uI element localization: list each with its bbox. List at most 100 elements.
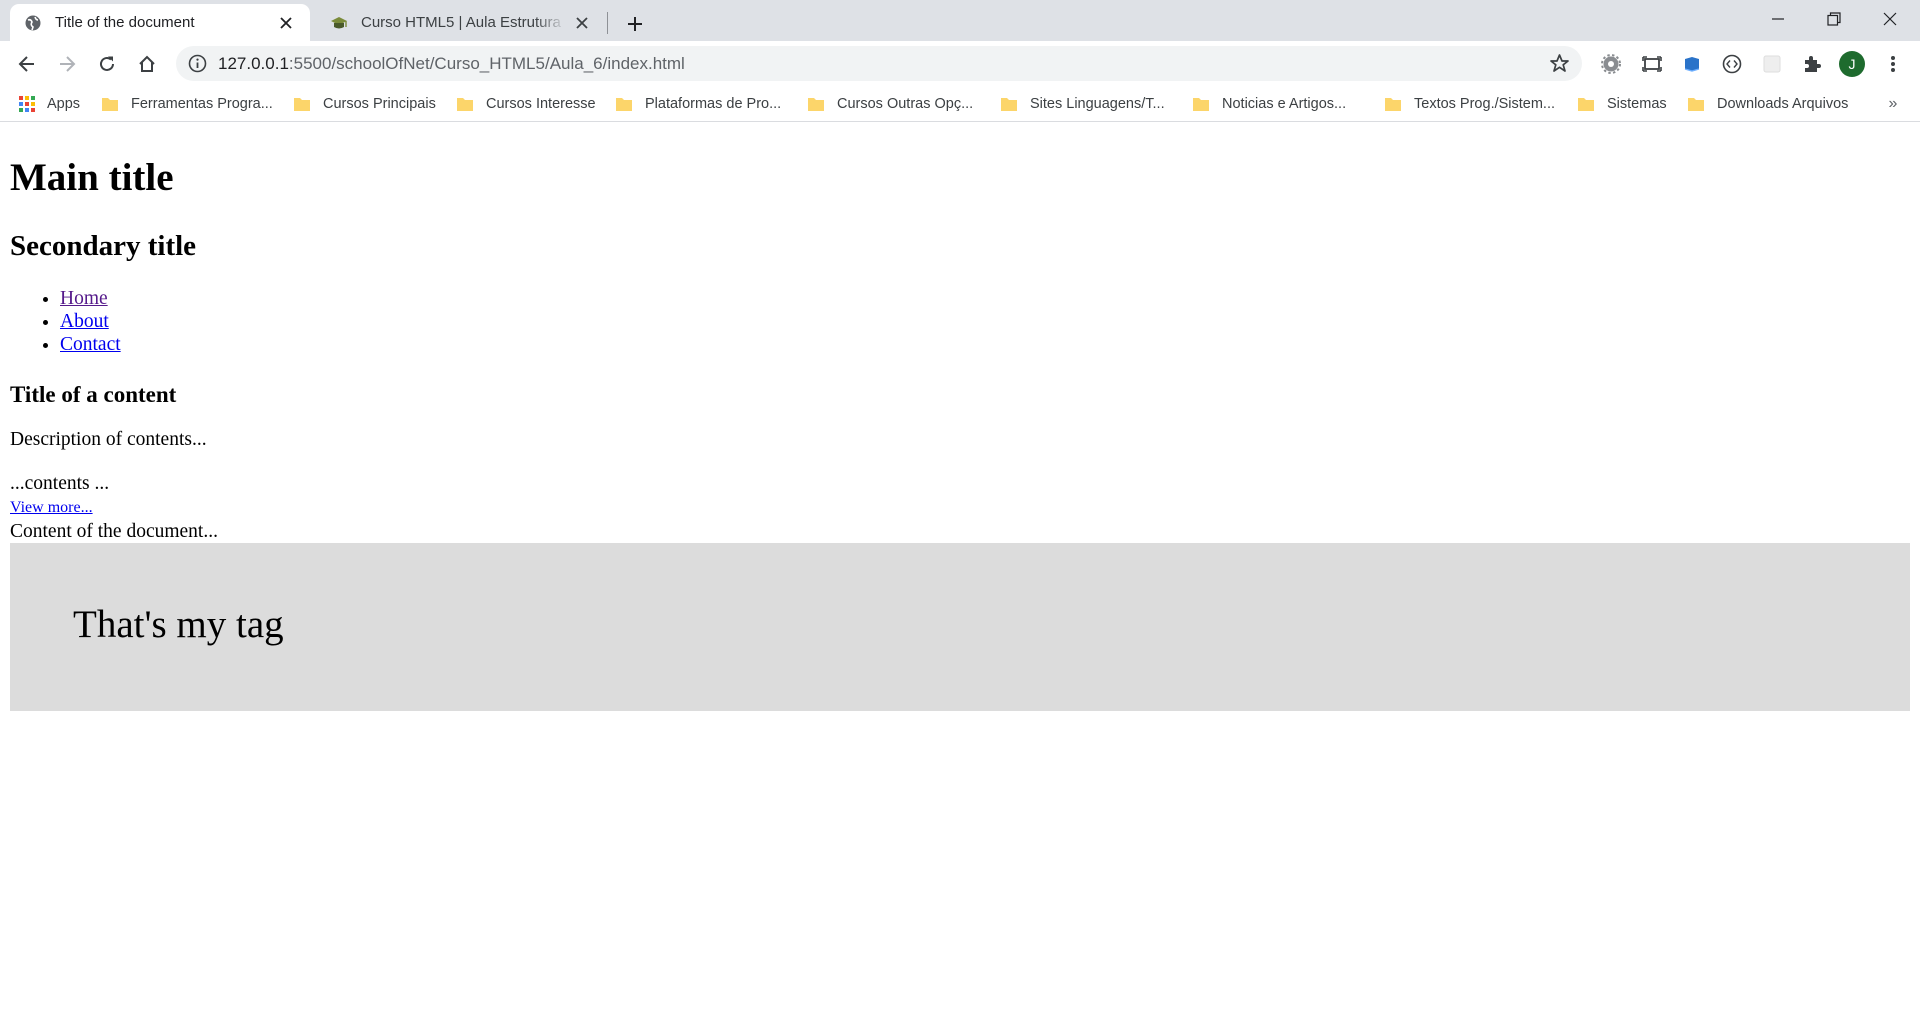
address-bar[interactable]: 127.0.0.1:5500/schoolOfNet/Curso_HTML5/A… — [176, 46, 1582, 81]
content-body: ...contents ... — [10, 473, 110, 494]
tab-title: Title of the document — [55, 14, 195, 31]
gear-icon — [1601, 54, 1621, 74]
bookmark-folder[interactable]: Textos Prog./Sistem... — [1385, 87, 1555, 121]
profile-avatar[interactable]: J — [1839, 51, 1865, 77]
close-icon — [280, 16, 292, 29]
folder-icon — [294, 98, 310, 111]
home-button[interactable] — [132, 49, 162, 79]
custom-tag-block: That's my tag — [10, 543, 1910, 711]
custom-tag-text: That's my tag — [73, 603, 284, 646]
tab-title: Curso HTML5 | Aula Estrutura básica — [361, 14, 566, 31]
bookmark-folder[interactable]: Ferramentas Progra... — [102, 87, 273, 121]
apps-grid-icon — [19, 96, 35, 112]
book-icon — [1684, 57, 1700, 72]
bookmark-folder[interactable]: Plataformas de Pro... — [616, 87, 781, 121]
double-chevron-right-icon: » — [1888, 95, 1898, 112]
home-icon — [139, 55, 155, 72]
tab-inactive[interactable]: Curso HTML5 | Aula Estrutura básica — [316, 4, 606, 41]
close-window-button[interactable] — [1862, 0, 1918, 38]
bookmark-label: Sistemas — [1607, 96, 1667, 112]
nav-item: About — [60, 310, 121, 333]
extensions-menu-button[interactable] — [1800, 52, 1824, 76]
folder-icon — [1385, 98, 1401, 111]
nav-item: Contact — [60, 333, 121, 356]
minimize-icon — [1772, 18, 1784, 20]
new-tab-button[interactable] — [620, 9, 650, 39]
bookmark-label: Downloads Arquivos — [1717, 96, 1849, 112]
bookmark-folder[interactable]: Cursos Principais — [294, 87, 436, 121]
tab-active[interactable]: Title of the document — [10, 4, 310, 41]
folder-icon — [1578, 98, 1594, 111]
arrow-right-icon — [60, 56, 76, 72]
browser-toolbar: 127.0.0.1:5500/schoolOfNet/Curso_HTML5/A… — [0, 41, 1920, 87]
tab-strip: Title of the document Curso HTML5 | Aula… — [0, 0, 1920, 41]
extension-gear-button[interactable] — [1599, 52, 1623, 76]
extension-book-button[interactable] — [1680, 52, 1704, 76]
bookmark-folder[interactable]: Noticias e Artigos... — [1193, 87, 1346, 121]
close-icon — [576, 16, 588, 29]
content-description: Description of contents... — [10, 429, 207, 450]
globe-icon — [25, 15, 41, 30]
content-title: Title of a content — [10, 382, 177, 407]
page-secondary-title: Secondary title — [10, 230, 197, 262]
folder-icon — [1193, 98, 1209, 111]
bookmark-apps[interactable]: Apps — [18, 87, 80, 121]
bookmark-label: Cursos Outras Opç... — [837, 96, 974, 112]
page-main-title: Main title — [10, 156, 174, 199]
kebab-menu-icon — [1891, 56, 1895, 72]
extension-blank-button[interactable] — [1760, 52, 1784, 76]
star-icon[interactable] — [1549, 53, 1570, 74]
puzzle-icon — [1805, 56, 1821, 72]
close-tab-button[interactable] — [276, 13, 296, 33]
folder-icon — [102, 98, 118, 111]
extension-code-button[interactable] — [1720, 52, 1744, 76]
bookmark-folder[interactable]: Downloads Arquivos — [1688, 87, 1848, 121]
tab-separator — [607, 12, 608, 34]
bookmark-label: Plataformas de Pro... — [645, 96, 782, 112]
browser-menu-button[interactable] — [1881, 52, 1905, 76]
restore-button[interactable] — [1806, 0, 1862, 38]
reload-icon — [100, 56, 114, 71]
nav-link-contact[interactable]: Contact — [60, 334, 121, 355]
view-more-link[interactable]: View more... — [10, 500, 93, 516]
nav-link-home[interactable]: Home — [60, 288, 108, 309]
bookmark-label: Apps — [47, 96, 81, 112]
bookmarks-bar: Apps Ferramentas Progra... Cursos Princi… — [0, 87, 1920, 122]
folder-icon — [808, 98, 824, 111]
folder-icon — [1688, 98, 1704, 111]
bookmark-label: Cursos Principais — [323, 96, 436, 112]
forward-button[interactable] — [52, 49, 82, 79]
folder-icon — [616, 98, 632, 111]
url-text[interactable]: 127.0.0.1:5500/schoolOfNet/Curso_HTML5/A… — [218, 46, 685, 81]
web-page: Main title Secondary title Home About Co… — [0, 122, 1920, 1030]
arrow-left-icon — [18, 56, 34, 72]
graduation-cap-icon — [331, 16, 347, 28]
extension-screenshot-button[interactable] — [1640, 52, 1664, 76]
bookmark-folder[interactable]: Sites Linguagens/T... — [1001, 87, 1165, 121]
nav-item: Home — [60, 287, 121, 310]
bookmark-folder[interactable]: Cursos Interesse — [457, 87, 596, 121]
bookmark-label: Noticias e Artigos... — [1222, 96, 1347, 112]
reload-button[interactable] — [92, 49, 122, 79]
minimize-button[interactable] — [1750, 0, 1806, 38]
bookmark-label: Sites Linguagens/T... — [1030, 96, 1165, 112]
url-path: :5500/schoolOfNet/Curso_HTML5/Aula_6/ind… — [288, 54, 685, 73]
url-host: 127.0.0.1 — [218, 54, 289, 73]
bookmark-label: Cursos Interesse — [486, 96, 596, 112]
blank-extension-icon — [1763, 55, 1781, 73]
back-button[interactable] — [12, 49, 42, 79]
bookmark-folder[interactable]: Sistemas — [1578, 87, 1667, 121]
folder-icon — [457, 98, 473, 111]
close-icon — [1883, 12, 1897, 26]
code-icon — [1722, 54, 1742, 74]
bookmark-label: Textos Prog./Sistem... — [1414, 96, 1556, 112]
bookmark-label: Ferramentas Progra... — [131, 96, 273, 112]
nav-link-about[interactable]: About — [60, 311, 109, 332]
close-tab-button[interactable] — [572, 13, 592, 33]
screenshot-icon — [1642, 56, 1662, 72]
bookmarks-overflow-button[interactable]: » — [1882, 93, 1904, 115]
bookmark-folder[interactable]: Cursos Outras Opç... — [808, 87, 973, 121]
info-icon[interactable] — [188, 54, 207, 73]
document-content: Content of the document... — [10, 521, 218, 542]
plus-icon — [628, 17, 642, 31]
